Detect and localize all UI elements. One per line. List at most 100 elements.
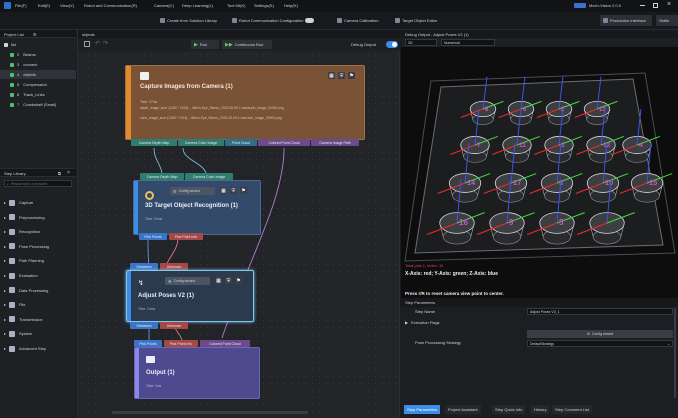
target-object-editor-button[interactable]: Target Object Editor bbox=[395, 18, 437, 23]
close-icon[interactable]: × bbox=[667, 1, 671, 8]
menu-camera[interactable]: Camera(C) bbox=[154, 3, 174, 8]
project-item[interactable]: 7 Crankshaft (Small) bbox=[0, 100, 76, 109]
tab-step-parameters[interactable]: Step Parameters bbox=[404, 405, 441, 414]
execution-flags-row[interactable]: ▶ Execution Flags bbox=[401, 318, 678, 327]
tab-step-quick-info[interactable]: Step Quick Info bbox=[492, 405, 526, 414]
node-chart-icon[interactable]: ▦ bbox=[215, 277, 222, 284]
menu-robot-communication[interactable]: Robot and Communication(R) bbox=[84, 3, 137, 8]
project-item[interactable]: 5 Compression bbox=[0, 80, 76, 89]
node-pin-icon[interactable]: ⚑ bbox=[348, 72, 355, 79]
step-category-item[interactable]: ▸ Preprocessing bbox=[0, 211, 76, 224]
project-index: 5 bbox=[17, 82, 20, 87]
config-wizard-button[interactable]: ⚙ Config wizard bbox=[170, 187, 215, 195]
step-name-input[interactable]: Adjust Poses V2_1 bbox=[527, 308, 673, 315]
port-colored-point-cloud[interactable]: Colored Point Cloud bbox=[258, 139, 310, 146]
output-input-pick-points[interactable]: Pick Points bbox=[134, 340, 162, 347]
debug-output-panel: Debug Output - Adjust Poses V2 (1) 3D Nu… bbox=[401, 30, 678, 298]
create-from-solution-button[interactable]: Create from Solution Library bbox=[160, 18, 217, 23]
node-chart-icon[interactable]: ▦ bbox=[220, 187, 227, 194]
menu-view[interactable]: View(V) bbox=[60, 3, 74, 8]
menu-deep-learning[interactable]: Deep Learning(L) bbox=[182, 3, 213, 8]
node-side-strip bbox=[135, 348, 139, 398]
config-wizard-button[interactable]: ⚙ Config wizard bbox=[165, 277, 210, 285]
project-item[interactable]: list bbox=[0, 40, 76, 49]
output-node[interactable]: Output (1) Time: 1ms bbox=[134, 347, 260, 399]
menu-file[interactable]: File(F) bbox=[15, 3, 27, 8]
project-list-menu-icon[interactable]: ⚙ bbox=[33, 32, 37, 37]
3d-target-recognition-node[interactable]: ⚙ Config wizard ▦ ⛨ ⚑ 3D Target Object R… bbox=[133, 180, 261, 235]
tab-project-assistant[interactable]: Project Assistant bbox=[445, 405, 481, 414]
step-category-item[interactable]: ▸ Advanced Step bbox=[0, 342, 76, 355]
menu-tool-kit[interactable]: Tool Kit(K) bbox=[227, 3, 245, 8]
params-vertical-scrollbar[interactable] bbox=[674, 308, 676, 398]
tab-step-comment-list[interactable]: Step Comment List bbox=[552, 405, 593, 414]
tab-history[interactable]: History bbox=[531, 405, 550, 414]
project-item[interactable]: 4 objects bbox=[0, 70, 76, 79]
project-item[interactable]: 3 connect bbox=[0, 60, 76, 69]
step-category-item[interactable]: ▸ Data Processing bbox=[0, 284, 76, 297]
step-category-item[interactable]: ▸ Transmission bbox=[0, 313, 76, 326]
maximize-icon[interactable] bbox=[653, 3, 658, 8]
port-pick-point-info[interactable]: Pick Point Info bbox=[169, 233, 203, 240]
port-point-cloud[interactable]: Point Cloud bbox=[225, 139, 257, 146]
debug-output-controls: 3D Numerical bbox=[401, 38, 678, 47]
config-wizard-panel-button[interactable]: ⚙ Config wizard bbox=[527, 330, 673, 338]
camera-calibration-button[interactable]: Camera Calibration bbox=[337, 18, 378, 23]
step-search-input[interactable]: ⌕ Please input a keyword bbox=[4, 180, 72, 187]
robot-comm-config-button[interactable]: Robot Communication Configuration bbox=[232, 18, 315, 23]
adjust-input-obstacles[interactable]: Obstacles bbox=[130, 263, 158, 270]
node-shield-icon[interactable]: ⛨ bbox=[230, 187, 237, 194]
step-category-label: Recognition bbox=[19, 229, 41, 235]
menu-edit[interactable]: Edit(E) bbox=[38, 3, 50, 8]
capture-images-node[interactable]: ▦ ⛨ ⚑ Capture Images from Camera (1) Tim… bbox=[125, 65, 365, 140]
point-cloud-3d-view[interactable]: 8621371111241417310151695 bbox=[401, 47, 678, 298]
graphical-programming-canvas[interactable]: objects ↶ ↷ ▶ Run ▶▶ Continuous Run Debu… bbox=[77, 30, 400, 418]
menu-settings[interactable]: Settings(S) bbox=[254, 3, 274, 8]
solution-library-icon bbox=[160, 18, 165, 23]
step-category-item[interactable]: ▸ System bbox=[0, 327, 76, 340]
port-pick-points[interactable]: Pick Points bbox=[139, 233, 167, 240]
expand-arrow-icon: ▸ bbox=[4, 302, 7, 308]
node-pin-icon[interactable]: ⚑ bbox=[240, 187, 247, 194]
pose-index-label: 17 bbox=[513, 178, 521, 187]
settings-button[interactable]: Settin bbox=[656, 15, 678, 26]
panel-close-icon[interactable]: × bbox=[67, 170, 70, 176]
node-shield-icon[interactable]: ⛨ bbox=[225, 277, 232, 284]
canvas-horizontal-scrollbar[interactable] bbox=[112, 411, 308, 414]
step-category-item[interactable]: ▸ Pose Processing bbox=[0, 240, 76, 253]
pose-strategy-select[interactable]: DefaultStrategy ⌄ bbox=[527, 340, 673, 347]
pose-index-label: 7 bbox=[477, 142, 481, 149]
minimize-icon[interactable] bbox=[640, 5, 645, 6]
production-interface-button[interactable]: Production Interface bbox=[600, 15, 652, 26]
project-index: 7 bbox=[17, 102, 20, 107]
adjust-poses-node[interactable]: ↯ ⚙ Config wizard ▦ ⛨ ⚑ Adjust Poses V2 … bbox=[126, 270, 254, 322]
recognition-icon bbox=[145, 191, 154, 200]
step-category-item[interactable]: ▸ Capture bbox=[0, 196, 76, 209]
port-camera-depth-map[interactable]: Camera Depth Map bbox=[131, 139, 177, 146]
output-input-colored-point-cloud[interactable]: Colored Point Cloud bbox=[200, 340, 250, 347]
adjust-input-unknown[interactable]: Unknown bbox=[160, 263, 188, 270]
project-item[interactable]: 6 Track_Links bbox=[0, 90, 76, 99]
node-chart-icon[interactable]: ▦ bbox=[328, 72, 335, 79]
step-category-item[interactable]: ▸ Path Planning bbox=[0, 254, 76, 267]
comm-toggle[interactable] bbox=[305, 18, 315, 23]
menu-help[interactable]: Help(H) bbox=[284, 3, 298, 8]
panel-float-icon[interactable]: ⧉ bbox=[58, 171, 61, 176]
project-index: 4 bbox=[17, 72, 20, 77]
adjust-output-obstacles[interactable]: Obstacles bbox=[130, 322, 158, 329]
project-item[interactable]: 2 Beams bbox=[0, 50, 76, 59]
node-pin-icon[interactable]: ⚑ bbox=[235, 277, 242, 284]
step-category-item[interactable]: ▸ Evaluation bbox=[0, 269, 76, 282]
recognition-input-depth-map[interactable]: Camera Depth Map bbox=[140, 173, 184, 180]
step-category-item[interactable]: ▸ Recognition bbox=[0, 225, 76, 238]
recognition-input-color-image[interactable]: Camera Color Image bbox=[185, 173, 233, 180]
port-camera-image-path[interactable]: Camera Image Path bbox=[311, 139, 359, 146]
adjust-output-unknown[interactable]: Unknown bbox=[160, 322, 188, 329]
node-shield-icon[interactable]: ⛨ bbox=[338, 72, 345, 79]
view-mode-select[interactable]: 3D bbox=[405, 39, 437, 46]
step-category-item[interactable]: ▸ File bbox=[0, 298, 76, 311]
output-input-pick-point-info[interactable]: Pick Point Info bbox=[164, 340, 198, 347]
capture-node-line2: color_image_size: [1280 * 1024]... /Mech… bbox=[140, 116, 282, 120]
display-mode-select[interactable]: Numerical bbox=[441, 39, 495, 46]
port-camera-color-image[interactable]: Camera Color Image bbox=[178, 139, 224, 146]
